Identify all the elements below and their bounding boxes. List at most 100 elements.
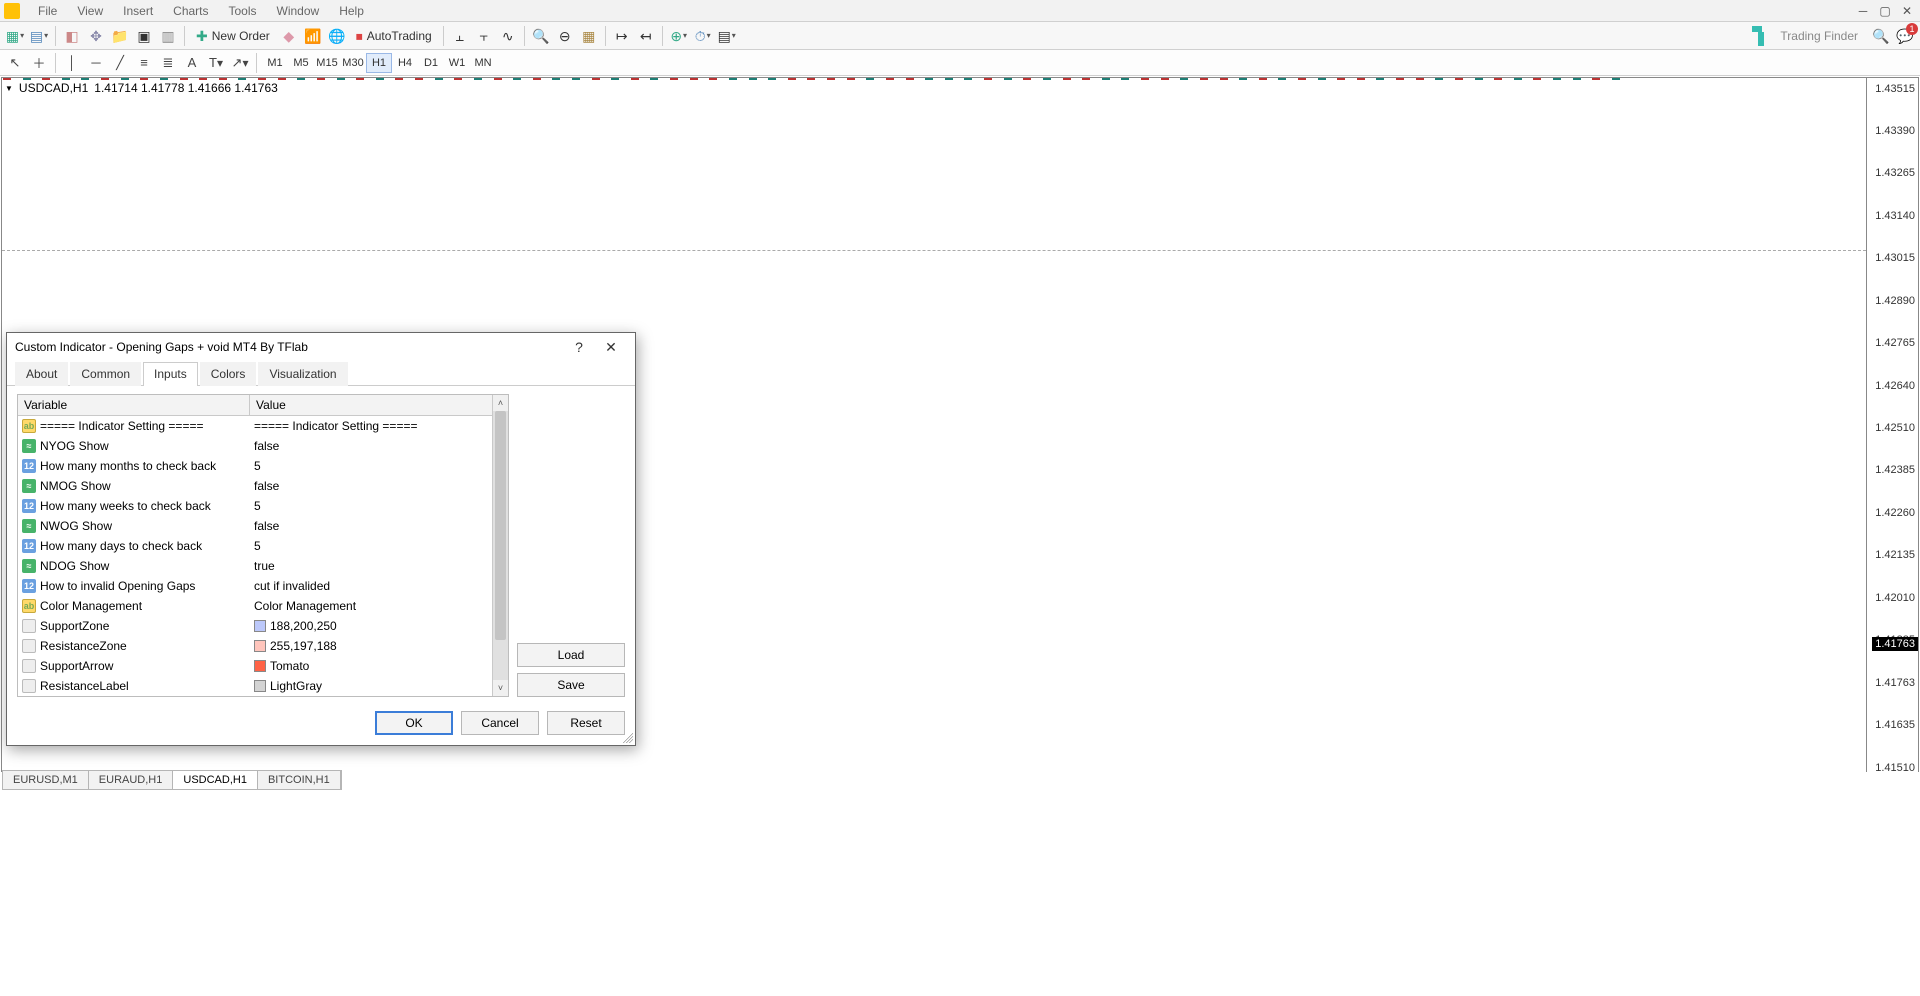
- candle-chart-button[interactable]: ⫟: [473, 25, 495, 47]
- input-row[interactable]: ≈NMOG Showfalse: [18, 476, 492, 496]
- chart-tab[interactable]: EURAUD,H1: [89, 771, 174, 789]
- input-row[interactable]: SupportArrowTomato: [18, 656, 492, 676]
- timeframe-d1[interactable]: D1: [418, 53, 444, 73]
- input-value: 5: [254, 539, 261, 553]
- tile-button[interactable]: ▦: [578, 25, 600, 47]
- menu-tools[interactable]: Tools: [219, 2, 267, 20]
- reset-button[interactable]: Reset: [547, 711, 625, 735]
- input-row[interactable]: ≈NWOG Showfalse: [18, 516, 492, 536]
- load-button[interactable]: Load: [517, 643, 625, 667]
- dialog-tab-visualization[interactable]: Visualization: [258, 362, 347, 386]
- fibo-tool[interactable]: ≣: [157, 53, 179, 73]
- cancel-button[interactable]: Cancel: [461, 711, 539, 735]
- strategy-tester-button[interactable]: ▥: [157, 25, 179, 47]
- timeframe-h4[interactable]: H4: [392, 53, 418, 73]
- dialog-tab-inputs[interactable]: Inputs: [143, 362, 198, 386]
- dialog-close-button[interactable]: ✕: [595, 335, 627, 359]
- data-window-button[interactable]: 📁: [109, 25, 131, 47]
- input-row[interactable]: 12How to invalid Opening Gapscut if inva…: [18, 576, 492, 596]
- chart-tab[interactable]: EURUSD,M1: [3, 771, 89, 789]
- bar-chart-button[interactable]: ⫠: [449, 25, 471, 47]
- maximize-button[interactable]: ▢: [1876, 3, 1894, 19]
- timeframe-m1[interactable]: M1: [262, 53, 288, 73]
- hline-tool[interactable]: ─: [85, 53, 107, 73]
- zoom-out-button[interactable]: ⊖: [554, 25, 576, 47]
- menu-file[interactable]: File: [28, 2, 67, 20]
- input-row[interactable]: ≈NDOG Showtrue: [18, 556, 492, 576]
- input-row[interactable]: 12How many weeks to check back5: [18, 496, 492, 516]
- new-order-button[interactable]: ✚New Order: [190, 25, 276, 47]
- price-tick: 1.42510: [1875, 422, 1915, 434]
- menu-insert[interactable]: Insert: [113, 2, 163, 20]
- shift-button[interactable]: ↦: [611, 25, 633, 47]
- input-row[interactable]: ResistanceZone255,197,188: [18, 636, 492, 656]
- color-swatch: [254, 660, 266, 672]
- autotrading-button[interactable]: ⏹AutoTrading: [350, 25, 438, 47]
- close-window-button[interactable]: ✕: [1898, 3, 1916, 19]
- input-row[interactable]: ab===== Indicator Setting ========== Ind…: [18, 416, 492, 436]
- zoom-in-button[interactable]: 🔍: [530, 25, 552, 47]
- dialog-tab-colors[interactable]: Colors: [200, 362, 257, 386]
- search-button[interactable]: 🔍: [1870, 25, 1892, 47]
- dialog-help-button[interactable]: ?: [563, 335, 595, 359]
- input-value: false: [254, 479, 279, 493]
- timeframe-mn[interactable]: MN: [470, 53, 496, 73]
- separator: [662, 26, 663, 46]
- timeframe-m30[interactable]: M30: [340, 53, 366, 73]
- timeframe-m5[interactable]: M5: [288, 53, 314, 73]
- minimize-button[interactable]: ─: [1854, 3, 1872, 19]
- cursor-tool[interactable]: ↖: [4, 53, 26, 73]
- profiles-button[interactable]: ▤▾: [28, 25, 50, 47]
- timeframe-h1[interactable]: H1: [366, 53, 392, 73]
- scroll-up-icon[interactable]: ˄: [493, 395, 508, 411]
- price-tick: 1.43015: [1875, 252, 1915, 264]
- crosshair-tool[interactable]: ＋: [28, 53, 50, 73]
- line-chart-button[interactable]: ∿: [497, 25, 519, 47]
- terminal-button[interactable]: ▣: [133, 25, 155, 47]
- input-row[interactable]: 12How many days to check back5: [18, 536, 492, 556]
- dialog-tab-common[interactable]: Common: [70, 362, 141, 386]
- chart-chevron-icon[interactable]: ▼: [5, 84, 13, 93]
- market-watch-button[interactable]: ◧: [61, 25, 83, 47]
- table-scrollbar[interactable]: ˄ ˅: [492, 395, 508, 696]
- resize-grip[interactable]: [623, 733, 633, 743]
- periods-button[interactable]: ⏱▾: [692, 25, 714, 47]
- indicators-button[interactable]: ⊕▾: [668, 25, 690, 47]
- input-value: 255,197,188: [270, 639, 337, 653]
- notifications-button[interactable]: 💬1: [1894, 25, 1916, 47]
- menu-charts[interactable]: Charts: [163, 2, 218, 20]
- save-button[interactable]: Save: [517, 673, 625, 697]
- input-row[interactable]: ≈NYOG Showfalse: [18, 436, 492, 456]
- autoscroll-button[interactable]: ↤: [635, 25, 657, 47]
- vline-tool[interactable]: │: [61, 53, 83, 73]
- arrows-tool[interactable]: ↗▾: [229, 53, 251, 73]
- web-button[interactable]: 🌐: [326, 25, 348, 47]
- input-row[interactable]: abColor ManagementColor Management: [18, 596, 492, 616]
- dialog-titlebar[interactable]: Custom Indicator - Opening Gaps + void M…: [7, 333, 635, 361]
- menu-view[interactable]: View: [67, 2, 113, 20]
- label-tool[interactable]: T▾: [205, 53, 227, 73]
- ok-button[interactable]: OK: [375, 711, 453, 735]
- navigator-button[interactable]: ✥: [85, 25, 107, 47]
- timeframe-m15[interactable]: M15: [314, 53, 340, 73]
- trendline-tool[interactable]: ╱: [109, 53, 131, 73]
- header-variable[interactable]: Variable: [18, 395, 250, 415]
- menu-window[interactable]: Window: [267, 2, 330, 20]
- metaquotes-button[interactable]: ◆: [278, 25, 300, 47]
- chart-tab[interactable]: USDCAD,H1: [173, 771, 258, 789]
- templates-button[interactable]: ▤▾: [716, 25, 738, 47]
- chart-ohlc: 1.41714 1.41778 1.41666 1.41763: [94, 81, 278, 95]
- scroll-down-icon[interactable]: ˅: [493, 680, 508, 696]
- input-row[interactable]: ResistanceLabelLightGray: [18, 676, 492, 696]
- dialog-tab-about[interactable]: About: [15, 362, 68, 386]
- channel-tool[interactable]: ≡: [133, 53, 155, 73]
- signals-button[interactable]: 📶: [302, 25, 324, 47]
- text-tool[interactable]: A: [181, 53, 203, 73]
- header-value[interactable]: Value: [250, 395, 508, 415]
- chart-tab[interactable]: BITCOIN,H1: [258, 771, 341, 789]
- input-row[interactable]: 12How many months to check back5: [18, 456, 492, 476]
- timeframe-w1[interactable]: W1: [444, 53, 470, 73]
- input-row[interactable]: SupportZone188,200,250: [18, 616, 492, 636]
- new-chart-button[interactable]: ▦▾: [4, 25, 26, 47]
- menu-help[interactable]: Help: [329, 2, 374, 20]
